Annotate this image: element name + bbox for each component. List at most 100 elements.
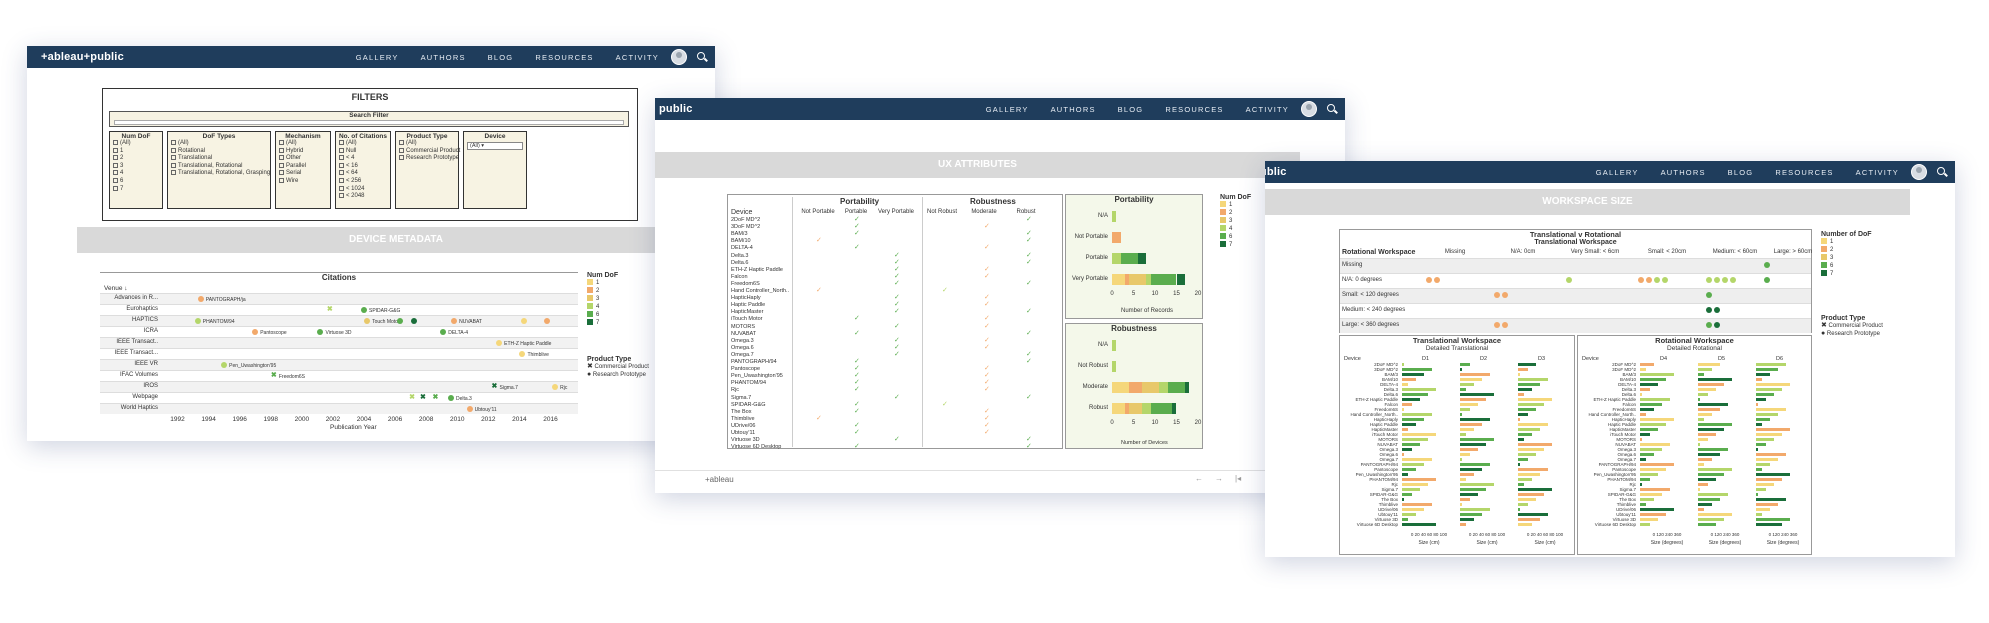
detail-bar[interactable]	[1460, 483, 1494, 486]
device-select[interactable]: (All) ▾	[467, 142, 523, 150]
detail-bar[interactable]	[1460, 398, 1486, 401]
checkbox-icon[interactable]	[279, 177, 284, 183]
detail-bar[interactable]	[1402, 398, 1420, 401]
matrix-mark[interactable]	[1714, 277, 1720, 283]
detail-bar[interactable]	[1518, 478, 1532, 481]
detail-bar[interactable]	[1402, 523, 1436, 526]
detail-bar[interactable]	[1698, 398, 1700, 401]
checkbox-icon[interactable]	[171, 140, 176, 145]
detail-bar[interactable]	[1640, 498, 1654, 501]
detail-bar[interactable]	[1640, 383, 1658, 386]
research-prototype-mark[interactable]	[466, 406, 473, 412]
detail-bar[interactable]	[1518, 513, 1548, 516]
detail-bar[interactable]	[1640, 418, 1674, 421]
detail-bar[interactable]	[1640, 468, 1666, 471]
detail-bar[interactable]	[1402, 368, 1432, 371]
stacked-bar-segment[interactable]	[1142, 403, 1151, 414]
filter-option[interactable]: (All)	[336, 140, 390, 148]
detail-bar[interactable]	[1640, 363, 1654, 366]
detail-bar[interactable]	[1756, 453, 1786, 456]
legend-commercial[interactable]: ✖ Commercial Product	[1821, 322, 1931, 330]
detail-bar[interactable]	[1402, 428, 1408, 431]
commercial-product-mark[interactable]: ✖	[492, 383, 498, 390]
stacked-bar-segment[interactable]	[1185, 382, 1190, 393]
detail-bar[interactable]	[1518, 503, 1528, 506]
checkbox-icon[interactable]	[339, 162, 344, 168]
detail-bar[interactable]	[1698, 368, 1712, 371]
detail-bar[interactable]	[1518, 423, 1548, 426]
detail-bar[interactable]	[1402, 408, 1404, 411]
filter-option[interactable]: (All)	[110, 140, 162, 148]
stacked-bar-segment[interactable]	[1112, 253, 1121, 264]
detail-bar[interactable]	[1698, 393, 1708, 396]
detail-bar[interactable]	[1460, 503, 1462, 506]
checkbox-icon[interactable]	[171, 155, 176, 161]
detail-bar[interactable]	[1460, 508, 1490, 511]
filter-option[interactable]: 6	[110, 177, 162, 186]
research-prototype-mark[interactable]	[521, 318, 528, 324]
detail-bar[interactable]	[1460, 373, 1490, 376]
detail-bar[interactable]	[1698, 458, 1712, 461]
stacked-bar-segment[interactable]	[1112, 274, 1125, 285]
detail-bar[interactable]	[1698, 488, 1700, 491]
filter-option[interactable]: 4	[110, 170, 162, 178]
search-icon[interactable]	[1327, 104, 1335, 112]
matrix-mark[interactable]	[1638, 277, 1644, 283]
detail-bar[interactable]	[1518, 523, 1532, 526]
checkbox-icon[interactable]	[171, 147, 176, 153]
nav-activity[interactable]: ACTIVITY	[616, 53, 659, 62]
detail-bar[interactable]	[1698, 373, 1704, 376]
detail-bar[interactable]	[1518, 473, 1540, 476]
checkbox-icon[interactable]	[113, 177, 118, 183]
detail-bar[interactable]	[1698, 523, 1716, 526]
stacked-bar-segment[interactable]	[1150, 403, 1173, 414]
detail-bar[interactable]	[1640, 388, 1650, 391]
user-avatar[interactable]	[1911, 164, 1927, 180]
stacked-bar-segment[interactable]	[1167, 382, 1186, 393]
nav-authors[interactable]: AUTHORS	[1051, 105, 1096, 114]
detail-bar[interactable]	[1518, 373, 1520, 376]
research-prototype-mark[interactable]	[448, 395, 454, 401]
checkbox-icon[interactable]	[399, 147, 404, 153]
detail-bar[interactable]	[1518, 363, 1536, 366]
detail-bar[interactable]	[1756, 463, 1770, 466]
checkbox-icon[interactable]	[279, 162, 284, 168]
filter-option[interactable]: < 256	[336, 177, 390, 186]
tableau-public-logo[interactable]: +ableau+public	[41, 51, 124, 63]
detail-bar[interactable]	[1460, 428, 1474, 431]
detail-bar[interactable]	[1402, 513, 1416, 516]
detail-bar[interactable]	[1640, 438, 1642, 441]
detail-bar[interactable]	[1460, 378, 1482, 381]
detail-bar[interactable]	[1460, 463, 1490, 466]
stacked-bar-segment[interactable]	[1172, 403, 1177, 414]
checkbox-icon[interactable]	[339, 185, 344, 191]
detail-bar[interactable]	[1402, 423, 1416, 426]
detail-bar[interactable]	[1460, 408, 1470, 411]
detail-bar[interactable]	[1518, 483, 1524, 486]
filter-option[interactable]: Serial	[276, 170, 330, 178]
detail-bar[interactable]	[1402, 458, 1432, 461]
detail-bar[interactable]	[1756, 408, 1786, 411]
legend-item[interactable]: 2	[1821, 246, 1911, 254]
detail-bar[interactable]	[1756, 433, 1782, 436]
detail-bar[interactable]	[1698, 383, 1724, 386]
commercial-product-mark[interactable]: ✖	[432, 394, 438, 401]
detail-bar[interactable]	[1460, 438, 1494, 441]
checkbox-icon[interactable]	[113, 170, 118, 176]
checkbox-icon[interactable]	[113, 147, 118, 153]
filter-option[interactable]: (All)	[168, 140, 270, 148]
nav-activity[interactable]: ACTIVITY	[1246, 105, 1289, 114]
detail-bar[interactable]	[1698, 388, 1716, 391]
detail-bar[interactable]	[1402, 403, 1412, 406]
detail-bar[interactable]	[1756, 378, 1762, 381]
matrix-mark[interactable]	[1426, 277, 1432, 283]
detail-bar[interactable]	[1402, 448, 1412, 451]
checkbox-icon[interactable]	[113, 185, 118, 191]
detail-bar[interactable]	[1756, 363, 1786, 366]
detail-bar[interactable]	[1698, 448, 1728, 451]
nav-activity[interactable]: ACTIVITY	[1856, 168, 1899, 177]
stacked-bar-segment[interactable]	[1137, 253, 1147, 264]
detail-bar[interactable]	[1756, 373, 1770, 376]
detail-bar[interactable]	[1460, 433, 1466, 436]
detail-bar[interactable]	[1698, 468, 1732, 471]
